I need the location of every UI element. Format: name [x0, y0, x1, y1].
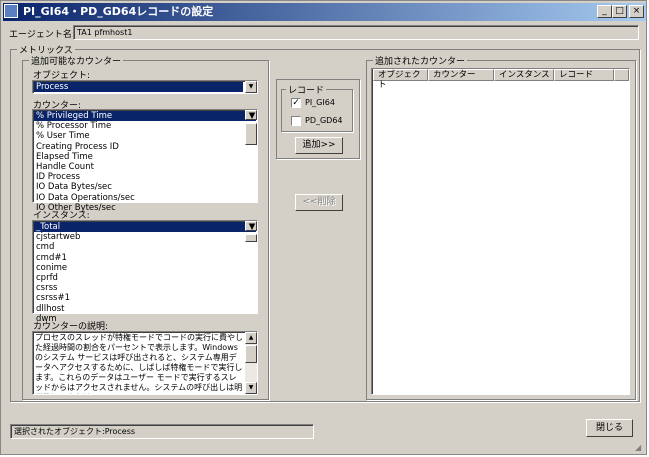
- column-filler: [614, 69, 629, 81]
- list-item[interactable]: % Processor Time: [34, 121, 256, 131]
- chevron-down-icon[interactable]: ▼: [245, 81, 257, 93]
- description-text[interactable]: プロセスのスレッドが特権モードでコードの実行に費やした経過時間の割合をパーセント…: [32, 331, 258, 395]
- list-item[interactable]: ID Process: [34, 172, 256, 182]
- added-counter-list[interactable]: オブジェクト カウンター インスタンス レコード: [371, 68, 630, 395]
- resize-grip-icon[interactable]: ◢: [635, 443, 641, 452]
- status-field: 選択されたオブジェクト:Process: [10, 424, 314, 439]
- column-instance[interactable]: インスタンス: [494, 69, 554, 81]
- list-item[interactable]: Elapsed Time: [34, 152, 256, 162]
- available-label: 追加可能なカウンター: [29, 54, 124, 67]
- column-counter[interactable]: カウンター: [428, 69, 494, 81]
- list-item[interactable]: cmd: [34, 242, 256, 252]
- agent-label: エージェント名:: [9, 30, 75, 40]
- list-item[interactable]: csrss: [34, 283, 256, 293]
- scrollbar[interactable]: ▲▼: [245, 221, 257, 242]
- title-bar: PI_GI64・PD_GD64レコードの設定: [3, 3, 646, 21]
- pi-gi64-label: PI_GI64: [305, 98, 335, 107]
- list-item[interactable]: dllhost: [34, 304, 256, 314]
- pd-gd64-label: PD_GD64: [305, 116, 343, 125]
- list-item[interactable]: cmd#1: [34, 253, 256, 263]
- list-item[interactable]: cprfd: [34, 273, 256, 283]
- close-window-button[interactable]: ×: [629, 5, 644, 18]
- description-content: プロセスのスレッドが特権モードでコードの実行に費やした経過時間の割合をパーセント…: [35, 333, 243, 394]
- minimize-button[interactable]: _: [597, 5, 612, 18]
- column-object[interactable]: オブジェクト: [373, 69, 428, 90]
- record-label: レコード: [286, 83, 327, 96]
- list-item[interactable]: Handle Count: [34, 162, 256, 172]
- list-item[interactable]: _Total: [34, 222, 256, 233]
- added-label: 追加されたカウンター: [373, 54, 468, 67]
- scrollbar[interactable]: ▲▼: [245, 110, 257, 145]
- object-select[interactable]: Process ▼: [32, 80, 258, 94]
- maximize-button[interactable]: □: [612, 5, 627, 18]
- pi-gi64-checkbox[interactable]: ✓: [291, 98, 301, 108]
- list-item[interactable]: IO Data Bytes/sec: [34, 182, 256, 192]
- list-item[interactable]: conime: [34, 263, 256, 273]
- list-item[interactable]: cjstartweb: [34, 232, 256, 242]
- counter-list[interactable]: % Privileged Time % Processor Time % Use…: [32, 109, 258, 213]
- remove-button[interactable]: <<削除: [295, 194, 343, 211]
- list-item[interactable]: % Privileged Time: [34, 111, 256, 122]
- add-button[interactable]: 追加>>: [295, 137, 343, 154]
- list-item[interactable]: csrss#1: [34, 293, 256, 303]
- list-item[interactable]: % User Time: [34, 131, 256, 141]
- close-button[interactable]: 閉じる: [586, 419, 633, 437]
- app-icon: [4, 4, 18, 18]
- pd-gd64-checkbox[interactable]: [291, 116, 301, 126]
- object-select-value: Process: [34, 82, 243, 92]
- column-record[interactable]: レコード: [554, 69, 614, 81]
- instance-list[interactable]: _Total cjstartweb cmd cmd#1 conime cprfd…: [32, 220, 258, 324]
- dialog-window: PI_GI64・PD_GD64レコードの設定 _ □ × エージェント名: TA…: [0, 0, 647, 455]
- scrollbar[interactable]: ▲▼: [245, 332, 257, 394]
- agent-field: TA1 pfmhost1: [73, 25, 639, 40]
- list-item[interactable]: Creating Process ID: [34, 142, 256, 152]
- list-item[interactable]: IO Data Operations/sec: [34, 193, 256, 203]
- window-title: PI_GI64・PD_GD64レコードの設定: [23, 5, 214, 18]
